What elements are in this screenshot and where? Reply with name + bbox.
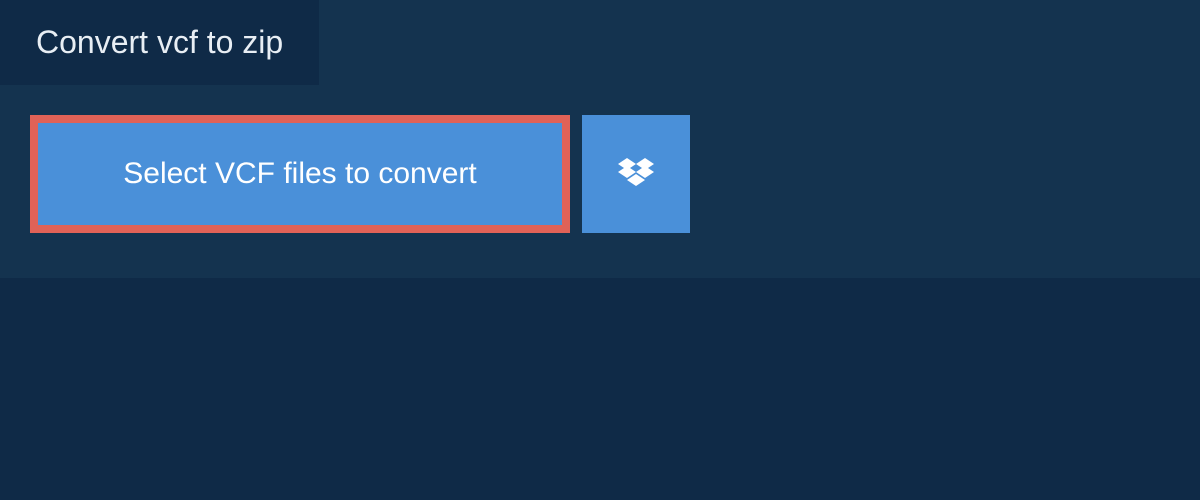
select-files-label: Select VCF files to convert [123, 157, 476, 191]
converter-panel: Convert vcf to zip Select VCF files to c… [0, 0, 1200, 278]
dropbox-icon [618, 158, 654, 190]
select-files-button[interactable]: Select VCF files to convert [30, 115, 570, 233]
dropbox-button[interactable] [582, 115, 690, 233]
page-title: Convert vcf to zip [0, 0, 319, 85]
action-row: Select VCF files to convert [0, 85, 1200, 233]
